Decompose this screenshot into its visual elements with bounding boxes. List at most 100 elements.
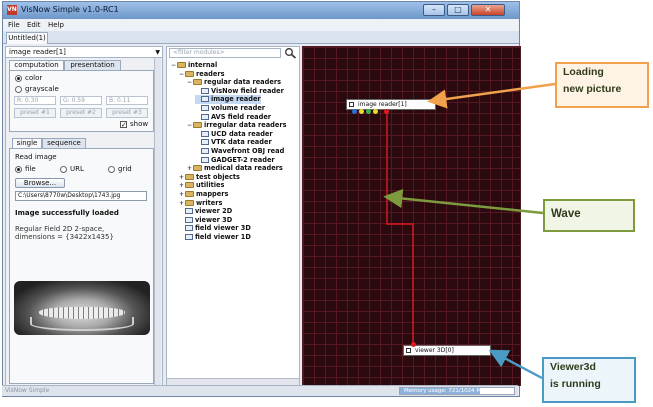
tab-sequence[interactable]: sequence [42, 138, 86, 148]
tree-item-label: internal [188, 61, 218, 69]
module-icon [185, 234, 193, 240]
file-radio[interactable] [15, 166, 22, 173]
red-weight-field[interactable]: R: 0.30 [14, 96, 56, 105]
tree-item-label: field viewer 1D [195, 233, 251, 241]
module-icon [201, 156, 209, 163]
tab-computation[interactable]: computation [9, 60, 64, 70]
viewer3d-node[interactable]: viewer 3D[0] [403, 345, 491, 356]
app-window: VN VisNow Simple v1.0-RC1 – □ ✕ File Edi… [2, 1, 521, 397]
folder-icon [193, 165, 202, 172]
green-weight-field[interactable]: G: 0.59 [60, 96, 102, 105]
output-port-green[interactable] [366, 109, 371, 114]
module-icon [201, 113, 209, 120]
callout-loading-new-picture: Loading new picture [555, 62, 649, 108]
callout-loading-line2: new picture [563, 83, 622, 95]
title-bar[interactable]: VN VisNow Simple v1.0-RC1 – □ ✕ [3, 2, 519, 19]
tree-item-label: readers [196, 69, 225, 78]
module-library-panel: <filter modules> − internal − readers − regul… [166, 46, 300, 386]
filter-modules-input[interactable]: <filter modules> [169, 48, 281, 58]
preset-2-button[interactable]: preset #2 [60, 108, 102, 118]
callout-wave: Wave [543, 199, 635, 232]
folder-icon [185, 173, 194, 180]
module-selector-label: image reader[1] [9, 48, 66, 56]
network-canvas[interactable]: image reader[1] viewer 3D[0] [302, 46, 521, 386]
tree-item[interactable]: field viewer 1D [179, 233, 251, 242]
tree-item-label: UCD data reader [211, 129, 273, 138]
color-settings-pane: color grayscale R: 0.30 G: 0.59 B: 0.11 … [9, 70, 154, 132]
left-panel-scrollbar[interactable] [154, 58, 161, 385]
color-radio[interactable] [15, 75, 22, 82]
tree-item-label: writers [196, 198, 223, 207]
callout-viewer-line1: Viewer3d [550, 361, 596, 373]
visnow-logo-icon: VN [7, 5, 17, 15]
tab-presentation[interactable]: presentation [64, 60, 121, 70]
node-checkbox[interactable] [406, 348, 411, 353]
tab-untitled[interactable]: Untitled(1) [6, 32, 48, 44]
show-label: show [130, 120, 149, 128]
tree-item-label: test objects [196, 172, 240, 181]
tree-horizontal-scrollbar[interactable] [167, 378, 299, 385]
folder-icon [185, 70, 194, 77]
tree-item-label: VTK data reader [211, 138, 272, 147]
show-checkbox[interactable]: ✓ [120, 121, 127, 129]
module-icon [201, 148, 209, 154]
callout-loading-line1: Loading [563, 66, 604, 78]
chevron-down-icon[interactable]: ▼ [155, 48, 160, 58]
read-image-pane: Read image file URL grid Browse... C:\Us… [9, 148, 154, 384]
callout-viewer-line2: is running [550, 378, 601, 390]
tree-item-label: image reader [211, 95, 261, 104]
search-icon[interactable] [284, 47, 297, 59]
module-settings-panel: image reader[1] ▼ computation presentati… [5, 46, 163, 386]
grayscale-radio[interactable] [15, 86, 22, 93]
menu-edit[interactable]: Edit [27, 21, 41, 29]
tree-item-label: medical data readers [204, 164, 283, 173]
folder-icon [193, 122, 202, 129]
output-port-blue[interactable] [352, 109, 357, 114]
menu-file[interactable]: File [8, 21, 20, 29]
read-image-heading: Read image [15, 153, 57, 161]
tab-single[interactable]: single [12, 138, 42, 148]
folder-icon [177, 62, 186, 68]
menu-help[interactable]: Help [48, 21, 64, 29]
grid-radio[interactable] [108, 166, 115, 173]
grid-label: grid [118, 165, 132, 173]
color-label: color [25, 74, 43, 82]
connection-wire [386, 109, 414, 345]
module-icon [185, 208, 193, 215]
preset-3-button[interactable]: preset #3 [106, 108, 148, 118]
close-button[interactable]: ✕ [471, 4, 505, 16]
module-icon [201, 96, 209, 103]
tree-item-label: utilities [196, 181, 225, 190]
module-selector[interactable]: image reader[1] ▼ [6, 47, 162, 58]
folder-icon [185, 191, 194, 197]
maximize-button[interactable]: □ [447, 4, 469, 16]
module-icon [185, 216, 193, 223]
load-status-message: Image successfully loaded [15, 209, 119, 217]
minimize-button[interactable]: – [423, 4, 445, 16]
folder-icon [185, 182, 194, 189]
url-radio[interactable] [60, 166, 67, 173]
browse-button[interactable]: Browse... [15, 178, 65, 188]
status-bar: VisNow Simple Memory usage: 721/1024 MB … [2, 385, 518, 396]
grayscale-label: grayscale [25, 85, 59, 93]
folder-icon [185, 199, 194, 206]
tree-item-label: field viewer 3D [195, 224, 251, 233]
preview-jaw-shape [30, 317, 134, 331]
input-port-red[interactable] [411, 342, 416, 347]
file-path-field[interactable]: C:\Users\8770w\Desktop\1743.jpg [15, 191, 147, 201]
file-label: file [25, 165, 36, 173]
tree-item-label: irregular data readers [204, 121, 287, 130]
tree-item-label: mappers [196, 190, 229, 198]
field-info-line2: dimensions = {3422x1435} [15, 233, 114, 241]
output-port-red[interactable] [384, 109, 389, 114]
status-text: VisNow Simple [5, 387, 50, 394]
preset-1-button[interactable]: preset #1 [14, 108, 56, 118]
blue-weight-field[interactable]: B: 0.11 [106, 96, 148, 105]
node-checkbox[interactable] [349, 102, 354, 107]
tree-item-label: regular data readers [204, 78, 282, 87]
memory-usage-bar[interactable]: Memory usage: 721/1024 MB (70.0%) [399, 387, 515, 395]
module-icon [185, 225, 193, 232]
output-port-yellow[interactable] [359, 109, 364, 114]
menu-bar: File Edit Help [3, 19, 519, 31]
output-port-yellow-2[interactable] [373, 109, 378, 114]
